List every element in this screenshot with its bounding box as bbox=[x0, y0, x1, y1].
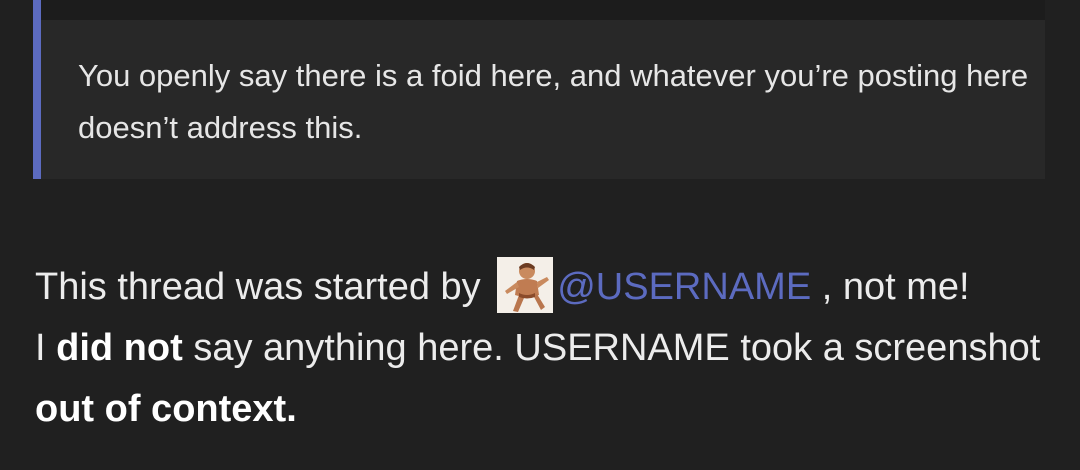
bold-out-of-context: out of context. bbox=[35, 388, 297, 430]
user-mention-link[interactable]: @USERNAME bbox=[557, 266, 811, 308]
user-avatar-icon[interactable] bbox=[497, 257, 554, 313]
reply-text-start: This thread was started by bbox=[35, 266, 481, 308]
reply-text-middle: say anything here. USERNAME took a scree… bbox=[193, 327, 1041, 369]
quote-text: You openly say there is a foid here, and… bbox=[78, 58, 1029, 145]
reply-text-not-me: , not me! bbox=[821, 266, 970, 308]
bold-did-not: did not bbox=[56, 327, 183, 369]
reply-message: This thread was started by @USERNAME , n… bbox=[35, 257, 1065, 440]
quote-block: You openly say there is a foid here, and… bbox=[33, 0, 1045, 179]
quote-header-strip bbox=[41, 0, 1045, 20]
reply-text-i: I bbox=[35, 327, 46, 369]
